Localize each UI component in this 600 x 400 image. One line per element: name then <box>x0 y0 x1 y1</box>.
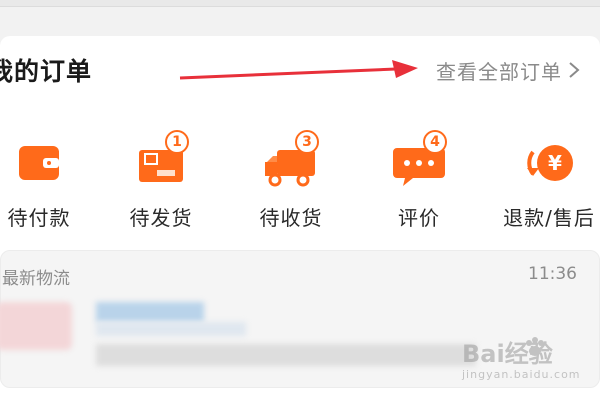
status-to-receive[interactable]: 3 待收货 <box>236 130 346 238</box>
blurred-text <box>96 322 246 336</box>
truck-icon-wrap: 3 <box>261 130 321 190</box>
refund-yen-icon-wrap: ¥ <box>519 134 579 190</box>
logistics-title: 最新物流 <box>2 269 70 289</box>
status-label: 待发货 <box>129 206 193 230</box>
badge-count: 4 <box>423 130 447 154</box>
blurred-thumbnail <box>0 302 72 350</box>
status-to-ship[interactable]: 1 待发货 <box>106 130 216 238</box>
status-label: 评价 <box>398 206 440 230</box>
chevron-right-icon <box>569 62 580 78</box>
status-label: 待收货 <box>259 206 323 230</box>
status-label: 待付款 <box>7 206 71 230</box>
wallet-icon-wrap <box>9 134 69 190</box>
badge-count: 1 <box>165 130 189 154</box>
paw-icon <box>526 337 544 356</box>
logistics-time: 11:36 <box>528 264 577 284</box>
baidu-jingyan-watermark: Bai经验 jingyan.baidu.com <box>462 334 598 386</box>
watermark-url: jingyan.baidu.com <box>462 368 581 381</box>
wallet-icon <box>19 146 59 180</box>
view-all-orders-label: 查看全部订单 <box>436 59 562 84</box>
view-all-orders-link[interactable]: 查看全部订单 <box>436 56 582 84</box>
orders-title: 我的订单 <box>0 57 93 86</box>
blurred-text <box>96 302 204 322</box>
refund-yen-icon: ¥ <box>527 145 573 181</box>
blurred-text <box>96 344 476 366</box>
package-icon-wrap: 1 <box>131 130 191 190</box>
badge-count: 3 <box>295 130 319 154</box>
status-review[interactable]: 4 评价 <box>364 130 474 238</box>
annotation-arrow-icon <box>179 60 418 80</box>
status-pending-payment[interactable]: 待付款 <box>0 134 94 238</box>
comment-icon-wrap: 4 <box>389 130 449 190</box>
status-refund-after-sales[interactable]: ¥ 退款/售后 <box>494 134 600 238</box>
order-status-row: 待付款 1 待发货 3 待收货 4 评价 ¥ 退款/售后 <box>0 130 600 238</box>
svg-text:¥: ¥ <box>548 151 562 175</box>
status-label: 退款/售后 <box>503 206 595 230</box>
top-divider <box>0 0 600 7</box>
